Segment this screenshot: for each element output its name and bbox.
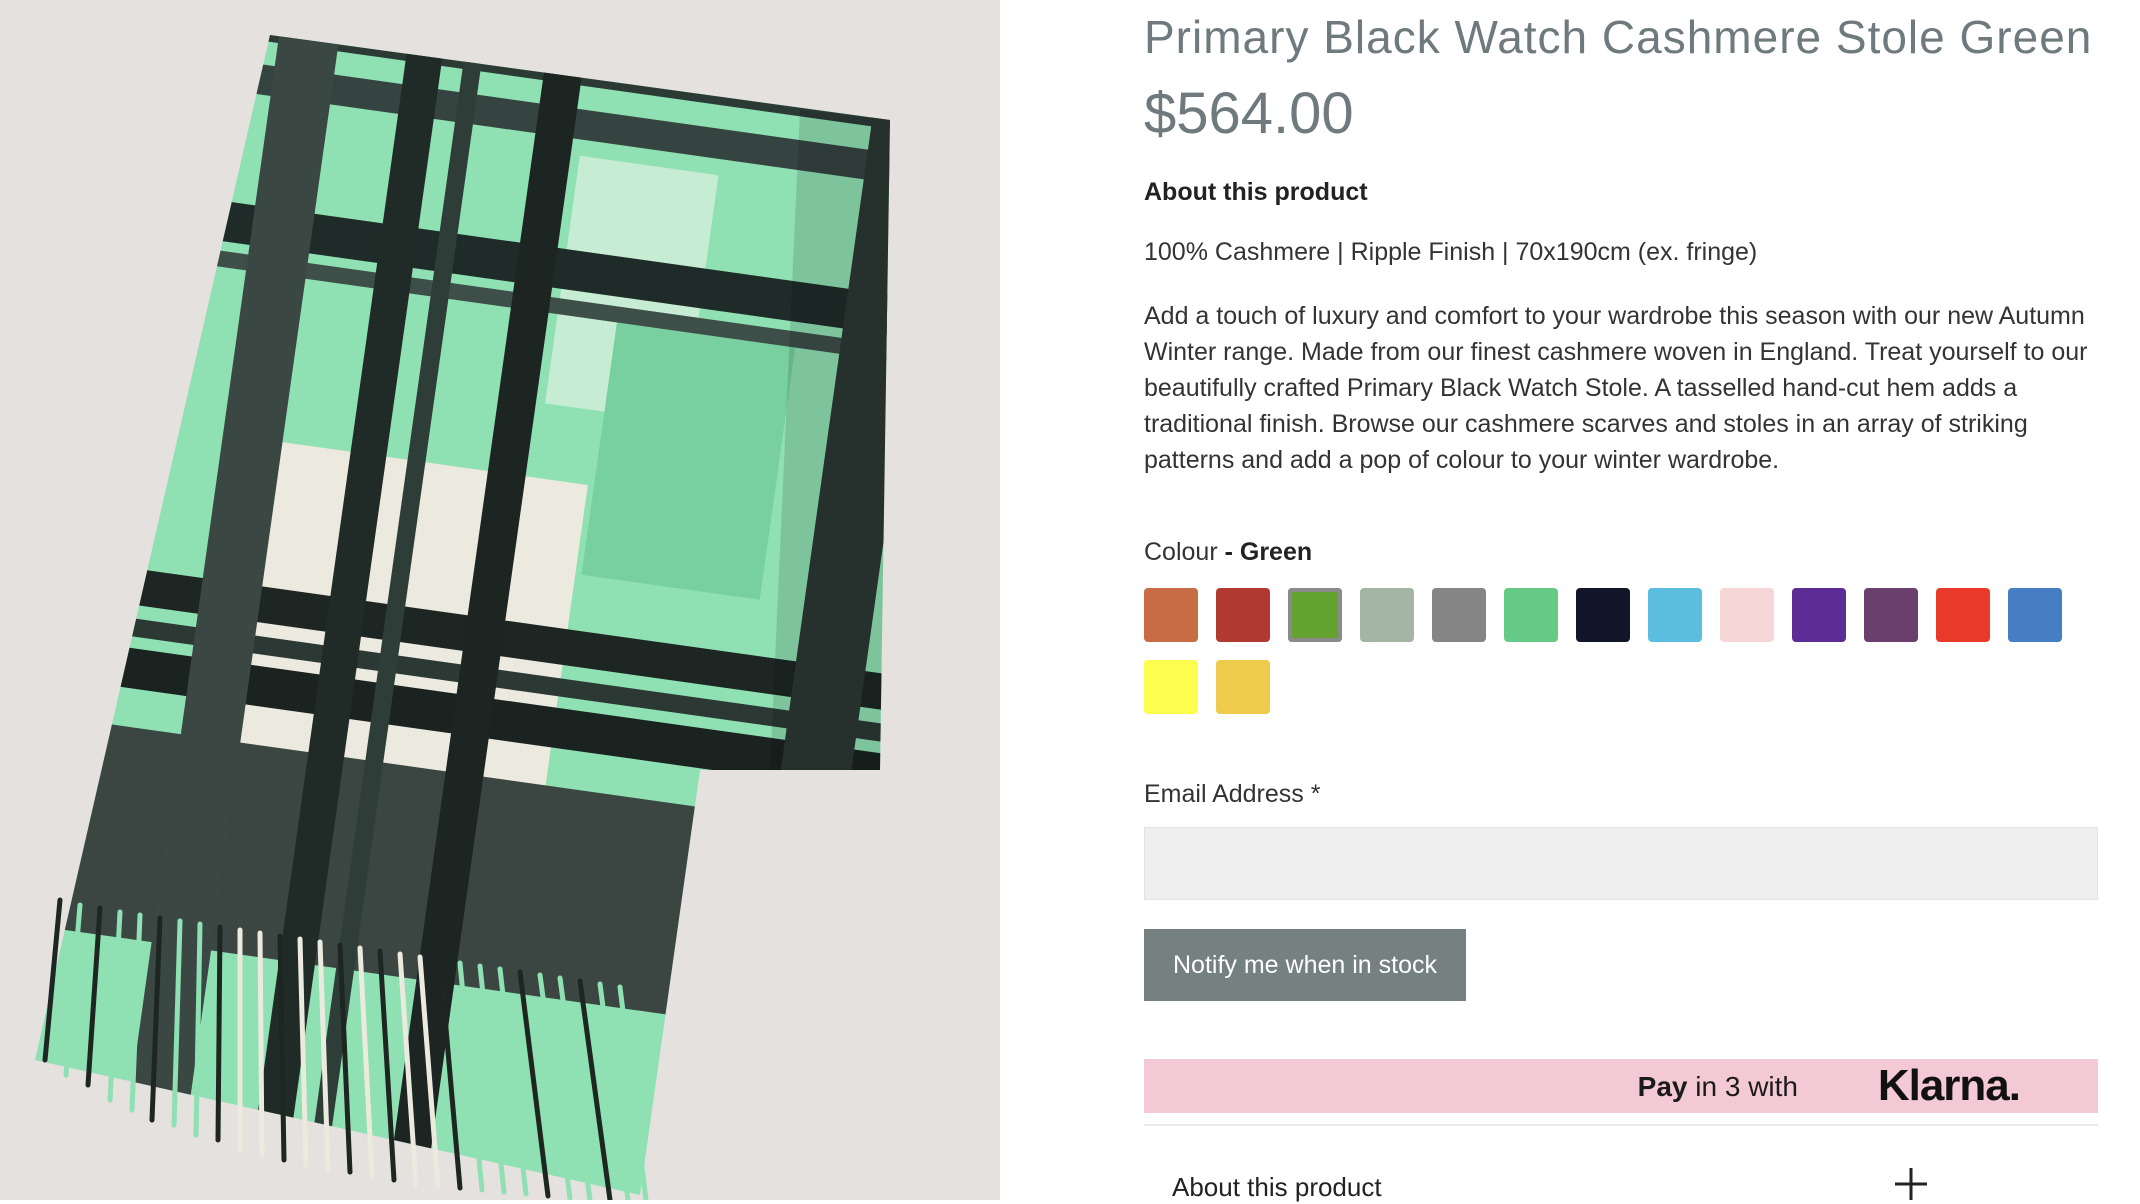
colour-label-text: Colour xyxy=(1144,538,1218,566)
email-field[interactable] xyxy=(1144,827,2098,900)
colour-swatch[interactable] xyxy=(1504,588,1558,642)
colour-swatch[interactable] xyxy=(2008,588,2062,642)
product-price: $564.00 xyxy=(1144,81,1354,146)
colour-swatch[interactable] xyxy=(1792,588,1846,642)
accordion-about-product[interactable]: About this product xyxy=(1172,1172,1382,1203)
klarna-text: Pay in 3 with xyxy=(1638,1071,1798,1103)
scarf-image xyxy=(35,35,890,1200)
colour-selected-value: Green xyxy=(1239,538,1313,566)
colour-swatch[interactable] xyxy=(1360,588,1414,642)
colour-swatch[interactable] xyxy=(1216,660,1270,714)
notify-button[interactable]: Notify me when in stock xyxy=(1144,929,1466,1001)
product-title: Primary Black Watch Cashmere Stole Green xyxy=(1144,11,2093,63)
colour-swatch[interactable] xyxy=(1576,588,1630,642)
colour-swatch[interactable] xyxy=(1720,588,1774,642)
colour-swatches xyxy=(1144,588,2084,714)
about-heading: About this product xyxy=(1144,178,1368,206)
email-label-text: Email Address xyxy=(1144,780,1304,808)
colour-swatch[interactable] xyxy=(1648,588,1702,642)
klarna-pay: Pay xyxy=(1637,1071,1688,1102)
plus-icon[interactable] xyxy=(1891,1164,1931,1204)
colour-swatch[interactable] xyxy=(1288,588,1342,642)
required-mark: * xyxy=(1310,780,1321,808)
colour-selected-prefix: - xyxy=(1217,538,1240,566)
product-spec: 100% Cashmere | Ripple Finish | 70x190cm… xyxy=(1144,238,1758,266)
colour-label: Colour - Green xyxy=(1144,538,1312,567)
colour-swatch[interactable] xyxy=(1216,588,1270,642)
klarna-banner[interactable]: Pay in 3 with Klarna. xyxy=(1144,1059,2098,1113)
colour-swatch[interactable] xyxy=(1936,588,1990,642)
colour-swatch[interactable] xyxy=(1144,660,1198,714)
colour-swatch[interactable] xyxy=(1144,588,1198,642)
product-description: Add a touch of luxury and comfort to you… xyxy=(1144,302,2088,474)
colour-swatch[interactable] xyxy=(1432,588,1486,642)
klarna-logo: Klarna. xyxy=(1877,1061,2021,1110)
product-details: Primary Black Watch Cashmere Stole Green… xyxy=(1144,0,2100,1203)
colour-swatch[interactable] xyxy=(1864,588,1918,642)
divider xyxy=(1144,1124,2098,1126)
product-image xyxy=(0,0,1000,1200)
klarna-installments: in 3 with xyxy=(1687,1071,1798,1102)
email-label: Email Address * xyxy=(1144,780,1320,809)
